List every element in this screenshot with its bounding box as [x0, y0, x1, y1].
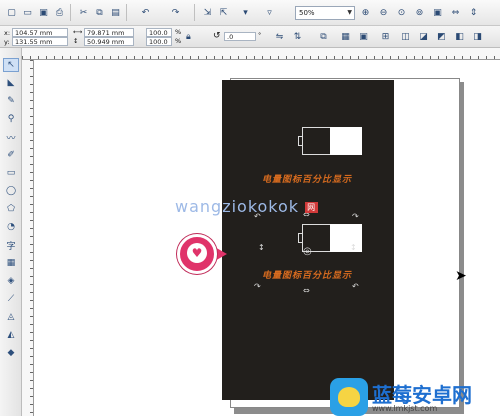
- width-field[interactable]: 79.871 mm: [84, 28, 134, 37]
- open-icon[interactable]: ▭: [20, 5, 35, 20]
- caption-bottom: 电量图标百分比显示: [262, 271, 353, 281]
- zoom-level-value: 50%: [299, 9, 315, 17]
- rotate-handle-icon[interactable]: ↶: [254, 212, 261, 221]
- cut-icon[interactable]: ✂: [76, 5, 91, 20]
- polygon-tool-icon[interactable]: ⬠: [3, 202, 19, 216]
- caption-top: 电量图标百分比显示: [262, 175, 353, 185]
- standard-toolbar: ▢ ▭ ▣ ⎙ ✂ ⧉ ▤ ↶ ↷ ⇲ ⇱ ▾ ▿ 50% ▼ ⊕ ⊖ ⊙ ⊚ …: [0, 0, 500, 26]
- y-position-field[interactable]: 131.55 mm: [12, 37, 68, 46]
- eyedropper-tool-icon[interactable]: ⟋: [3, 292, 19, 306]
- front-minus-back-icon[interactable]: ◧: [452, 29, 467, 44]
- import-icon[interactable]: ⇲: [200, 5, 215, 20]
- x-position-field[interactable]: 104.57 mm: [12, 28, 68, 37]
- mirror-horizontal-icon[interactable]: ⇋: [272, 29, 287, 44]
- zoom-height-icon[interactable]: ⇕: [466, 5, 481, 20]
- zoom-all-icon[interactable]: ⊚: [412, 5, 427, 20]
- crop-tool-icon[interactable]: ✎: [3, 94, 19, 108]
- outline-tool-icon[interactable]: ◬: [3, 310, 19, 324]
- battery-fill: [330, 224, 362, 252]
- fill-tool-icon[interactable]: ◭: [3, 328, 19, 342]
- percent-label: %: [175, 37, 182, 45]
- scale-width-field[interactable]: 100.0: [146, 28, 172, 37]
- back-minus-front-icon[interactable]: ◨: [470, 29, 485, 44]
- text-tool-icon[interactable]: 字: [3, 238, 19, 252]
- new-icon[interactable]: ▢: [4, 5, 19, 20]
- rotate-handle-icon[interactable]: ↷: [254, 282, 261, 291]
- toolbar-separator: [70, 4, 71, 21]
- rotate-handle-icon[interactable]: ↶: [352, 282, 359, 291]
- export-icon[interactable]: ⇱: [216, 5, 231, 20]
- height-icon: ↕: [73, 37, 79, 45]
- percent-label: %: [175, 28, 182, 36]
- paste-icon[interactable]: ▤: [108, 5, 123, 20]
- battery-fill: [330, 127, 362, 155]
- zoom-selected-icon[interactable]: ⊙: [394, 5, 409, 20]
- intersect-icon[interactable]: ◪: [416, 29, 431, 44]
- launcher-icon[interactable]: ▾: [238, 5, 253, 20]
- rotate-handle-icon[interactable]: ↷: [352, 212, 359, 221]
- toolbar-separator: [194, 4, 195, 21]
- print-icon[interactable]: ⎙: [52, 5, 67, 20]
- blend-tool-icon[interactable]: ◈: [3, 274, 19, 288]
- scale-height-field[interactable]: 100.0: [146, 37, 172, 46]
- property-bar: x: 104.57 mm y: 131.55 mm ⟷ 79.871 mm ↕ …: [0, 26, 500, 48]
- rectangle-tool-icon[interactable]: ▭: [3, 166, 19, 180]
- align-icon[interactable]: ▦: [338, 29, 353, 44]
- watermark-text: wangziokokok: [175, 197, 300, 216]
- copy-icon[interactable]: ⧉: [92, 5, 107, 20]
- watermark: wangziokokok 网: [175, 197, 319, 216]
- mirror-vertical-icon[interactable]: ⇅: [290, 29, 305, 44]
- combine-icon[interactable]: ▣: [356, 29, 371, 44]
- horizontal-ruler[interactable]: [22, 48, 500, 60]
- skew-handle-icon[interactable]: ⇔: [303, 286, 310, 295]
- skew-handle-icon[interactable]: ↕: [350, 243, 357, 252]
- trim-icon[interactable]: ◫: [398, 29, 413, 44]
- width-icon: ⟷: [73, 28, 83, 36]
- zoom-width-icon[interactable]: ⇔: [448, 5, 463, 20]
- basic-shapes-tool-icon[interactable]: ◔: [3, 220, 19, 234]
- weld-icon[interactable]: ⊞: [378, 29, 393, 44]
- rotate-icon: ↺: [213, 31, 221, 41]
- brand-url: www.lmkjst.com: [372, 404, 438, 413]
- skew-handle-icon[interactable]: ↕: [258, 243, 265, 252]
- table-tool-icon[interactable]: ▦: [3, 256, 19, 270]
- zoom-tool-icon[interactable]: ⚲: [3, 112, 19, 126]
- degree-label: °: [258, 31, 262, 39]
- zoom-level-select[interactable]: 50% ▼: [295, 6, 355, 20]
- x-label: x:: [4, 29, 11, 37]
- toolbox: ↖ ◣ ✎ ⚲ 〰 ✐ ▭ ◯ ⬠ ◔ 字 ▦ ◈ ⟋ ◬ ◭ ◆: [0, 48, 22, 416]
- dropdown-icon[interactable]: ▿: [262, 5, 277, 20]
- zoom-in-icon[interactable]: ⊕: [358, 5, 373, 20]
- lock-ratio-icon[interactable]: 🔒︎: [186, 32, 191, 42]
- chevron-down-icon: ▼: [347, 9, 352, 16]
- mouse-cursor-icon: ➤: [455, 268, 467, 284]
- pick-tool-icon[interactable]: ↖: [3, 58, 19, 72]
- toolbar-separator: [126, 4, 127, 21]
- zoom-page-icon[interactable]: ▣: [430, 5, 445, 20]
- ellipse-tool-icon[interactable]: ◯: [3, 184, 19, 198]
- smart-drawing-tool-icon[interactable]: ✐: [3, 148, 19, 162]
- battery-graphic-top[interactable]: [298, 127, 362, 155]
- save-icon[interactable]: ▣: [36, 5, 51, 20]
- rotation-field[interactable]: .0: [224, 32, 256, 41]
- battery-outline: [302, 127, 330, 155]
- height-field[interactable]: 50.949 mm: [84, 37, 134, 46]
- site-brand: 蓝莓安卓网 www.lmkjst.com: [330, 378, 498, 416]
- y-label: y:: [4, 38, 10, 46]
- vertical-ruler[interactable]: [22, 60, 34, 416]
- heart-icon: ♥: [187, 243, 207, 263]
- redo-icon[interactable]: ↷: [168, 5, 183, 20]
- rotation-center-icon[interactable]: ◎: [303, 246, 312, 257]
- android-logo-icon: [330, 378, 368, 416]
- freehand-tool-icon[interactable]: 〰: [3, 130, 19, 144]
- zoom-out-icon[interactable]: ⊖: [376, 5, 391, 20]
- group-icon[interactable]: ⧉: [316, 29, 331, 44]
- undo-icon[interactable]: ↶: [138, 5, 153, 20]
- heart-pin-marker: ♥: [177, 234, 229, 274]
- shape-tool-icon[interactable]: ◣: [3, 76, 19, 90]
- simplify-icon[interactable]: ◩: [434, 29, 449, 44]
- interactive-fill-tool-icon[interactable]: ◆: [3, 346, 19, 360]
- skew-handle-icon[interactable]: ⇔: [303, 210, 310, 219]
